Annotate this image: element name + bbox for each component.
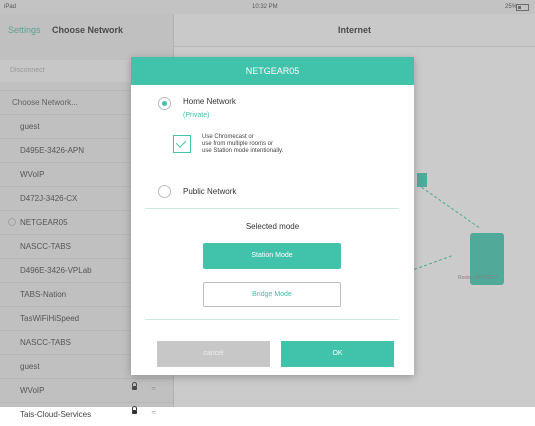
network-settings-dialog: NETGEAR05 Home Network (Private) Use Chr… (131, 57, 414, 375)
selected-mode-heading: Selected mode (245, 222, 300, 231)
public-network-label: Public Network (183, 187, 237, 196)
checkbox-text-line: Use Chromecast or (202, 134, 254, 140)
wifi-icon: ≈ (151, 408, 156, 417)
public-network-radio[interactable] (158, 185, 171, 198)
network-name: Tais-Cloud-Services (20, 410, 92, 419)
home-network-radio[interactable] (158, 97, 171, 110)
lock-icon (132, 406, 137, 414)
cancel-button[interactable]: cancel (157, 341, 270, 367)
dialog-title: NETGEAR05 (131, 57, 414, 85)
station-mode-button[interactable]: Station Mode (203, 243, 341, 269)
checkbox-text-line: use from multiple rooms or (202, 141, 274, 147)
chromecast-checkbox[interactable] (173, 135, 191, 153)
bridge-mode-button[interactable]: Bridge Mode (203, 282, 341, 307)
divider (145, 208, 399, 209)
checkbox-text-line: use Station mode intentionally. (202, 148, 284, 154)
ok-button[interactable]: OK (281, 341, 394, 367)
home-network-label: Home Network (183, 97, 236, 106)
divider (145, 319, 399, 320)
home-network-sublabel: (Private) (183, 112, 210, 119)
chromecast-checkbox-text: Use Chromecast or use from multiple room… (202, 134, 352, 155)
